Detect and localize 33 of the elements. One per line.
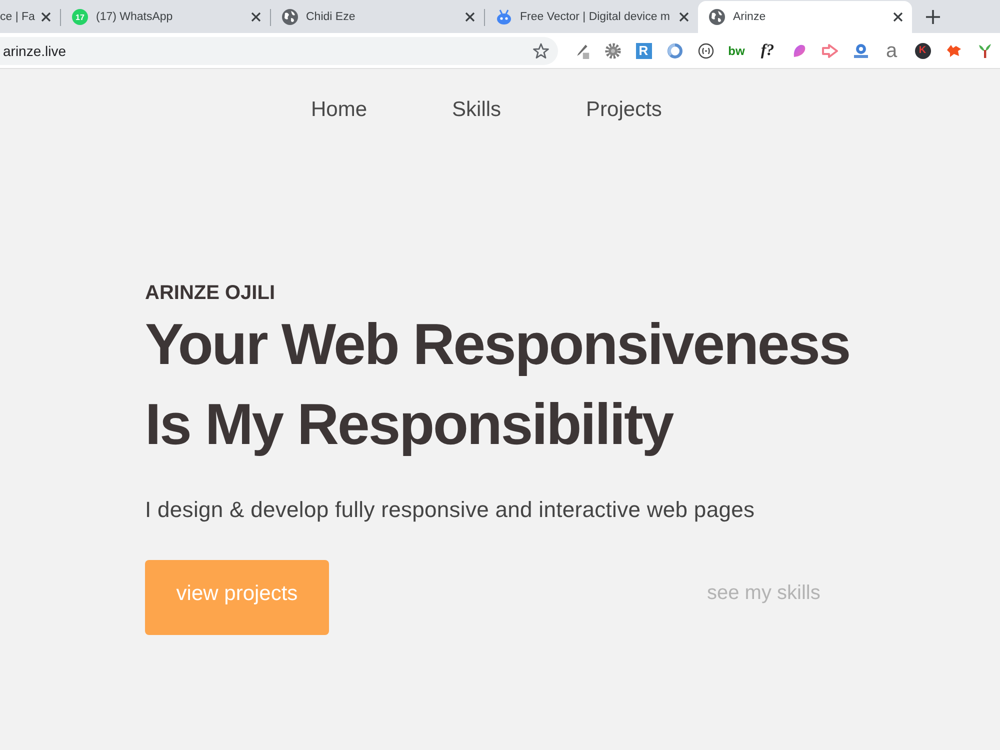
brackets-icon[interactable] [698,42,714,58]
browser-tab[interactable]: Free Vector | Digital device m [485,1,698,33]
browser-tab[interactable]: 17 (17) WhatsApp [61,1,270,33]
gear-icon[interactable] [604,42,620,58]
extension-button[interactable]: a [886,42,898,60]
plus-icon[interactable] [926,10,940,24]
plant-icon[interactable] [976,42,992,58]
browser-tab[interactable]: Chidi Eze [271,1,484,33]
extension-button[interactable]: bw [728,44,745,58]
hero-headline: Your Web Responsiveness Is My Responsibility [145,311,851,459]
browser-tab[interactable]: Arinze [698,1,912,33]
hero-tagline: I design & develop fully responsive and interactive web pages [145,496,756,524]
close-icon[interactable] [679,12,689,22]
extension-button[interactable]: f? [760,42,774,60]
user-badge-icon[interactable] [852,42,868,58]
unread-count-badge: 17 [72,9,88,25]
close-icon[interactable] [893,12,903,22]
address-bar[interactable]: arinze.live [0,36,558,64]
globe-icon [709,9,725,25]
nav-link[interactable]: Home [311,94,368,126]
author-name: ARINZE OJILI [145,281,276,305]
ring-icon[interactable] [666,42,682,58]
robot-icon [496,9,512,25]
close-icon[interactable] [41,12,51,22]
close-icon[interactable] [465,12,475,22]
browser-tab[interactable]: ce | Fa [0,1,60,33]
nav-link[interactable]: Skills [452,94,502,126]
nav-link[interactable]: Projects [586,94,662,126]
close-icon[interactable] [251,12,261,22]
burst-icon[interactable] [946,42,962,58]
star-icon[interactable] [533,42,549,58]
arrow-icon[interactable] [822,42,838,58]
globe-icon [282,9,298,25]
